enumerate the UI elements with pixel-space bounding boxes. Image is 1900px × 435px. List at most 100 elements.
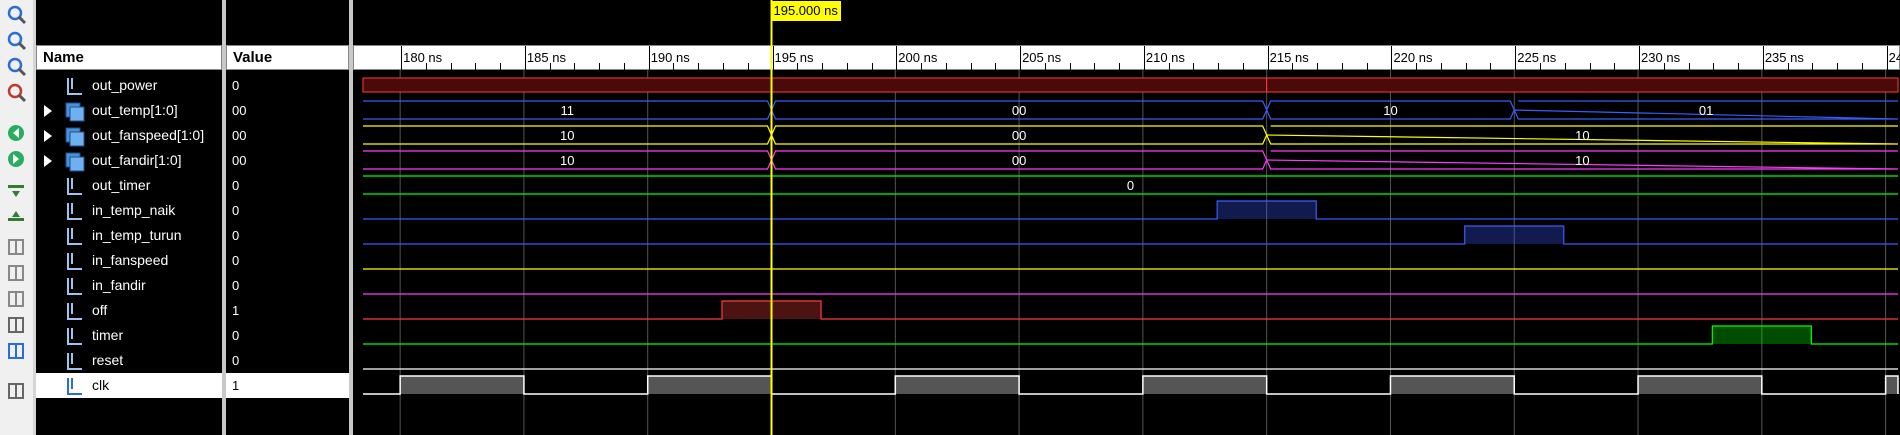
signal-value-row[interactable]: 0 (226, 248, 349, 273)
signal-value-row[interactable]: 00 (226, 98, 349, 123)
signal-value-row[interactable]: 0 (226, 273, 349, 298)
signal-value-row[interactable]: 0 (226, 198, 349, 223)
waveform-out_timer[interactable]: 0 (363, 175, 1898, 195)
zoom-full-icon[interactable] (4, 82, 29, 104)
waveform-clk[interactable] (363, 375, 1899, 395)
next-marker-icon[interactable] (4, 288, 29, 310)
waveform-out_fanspeed[interactable]: 10 00 10 (363, 125, 1899, 145)
go-to-end-icon[interactable] (4, 148, 29, 170)
signal-row[interactable]: in_temp_turun (36, 223, 222, 248)
signal-name: out_fanspeed[1:0] (92, 127, 205, 143)
bit-signal-icon (64, 75, 86, 97)
signal-name: in_temp_turun (92, 227, 182, 243)
waveform-out_fandir[interactable]: 10 00 10 (363, 150, 1899, 170)
waveform-canvas[interactable]: 11 00 10 01 10 00 10 10 00 10 0 (353, 0, 1900, 435)
signal-name: off (92, 302, 108, 318)
signal-value: 0 (232, 353, 240, 368)
bit-signal-icon (64, 300, 86, 322)
signal-row[interactable]: off (36, 298, 222, 323)
bus-value-label: 00 (1012, 128, 1026, 143)
signal-value: 0 (232, 328, 240, 343)
zoom-fit-icon[interactable] (4, 56, 29, 78)
signal-value-row[interactable]: 0 (226, 173, 349, 198)
bit-signal-icon (64, 175, 86, 197)
waveform-out_temp[interactable]: 11 00 10 01 (363, 100, 1899, 120)
signal-row[interactable]: out_temp[1:0] (36, 98, 222, 123)
bus-value-label: 10 (560, 128, 574, 143)
zoom-out-icon[interactable] (4, 30, 29, 52)
signal-value: 0 (232, 253, 240, 268)
waveform-panel[interactable]: 180 ns 185 ns 190 ns 195 ns 200 ns 205 ns 210 … (353, 0, 1900, 435)
signal-value: 00 (232, 103, 247, 118)
snap-to-transition-icon[interactable] (4, 340, 29, 362)
bit-signal-icon (64, 250, 86, 272)
signal-value: 00 (232, 153, 247, 168)
bus-value-label: 10 (1575, 128, 1589, 143)
signal-value-row[interactable]: 1 (226, 373, 349, 398)
zoom-in-icon[interactable] (4, 4, 29, 26)
value-column-header[interactable]: Value (226, 45, 349, 70)
bus-value-label: 01 (1699, 103, 1713, 118)
signal-row[interactable]: out_fandir[1:0] (36, 148, 222, 173)
signal-value: 0 (232, 203, 240, 218)
expand-arrow-icon[interactable] (44, 130, 52, 142)
pulse-fill (1712, 326, 1812, 344)
signal-row[interactable]: in_fanspeed (36, 248, 222, 273)
add-marker-icon[interactable] (4, 236, 29, 258)
signal-value-row[interactable]: 0 (226, 73, 349, 98)
expand-arrow-icon[interactable] (44, 155, 52, 167)
signal-value-row[interactable]: 1 (226, 298, 349, 323)
expand-arrow-icon[interactable] (44, 105, 52, 117)
waveform-high-segment (1266, 77, 1899, 93)
signal-row[interactable]: timer (36, 323, 222, 348)
signal-row[interactable]: in_temp_naik (36, 198, 222, 223)
signal-name: clk (92, 377, 110, 393)
signal-row[interactable]: in_fandir (36, 273, 222, 298)
signal-value-row[interactable]: 00 (226, 123, 349, 148)
signal-row[interactable]: reset (36, 348, 222, 373)
signal-value-row[interactable]: 0 (226, 348, 349, 373)
signal-value: 0 (232, 178, 240, 193)
bus-value-label: 10 (1383, 103, 1397, 118)
signal-name: in_fanspeed (92, 252, 169, 268)
signal-row[interactable]: clk (36, 373, 222, 398)
signal-row[interactable]: out_timer (36, 173, 222, 198)
signal-name: out_temp[1:0] (92, 102, 178, 118)
floating-ruler-icon[interactable] (4, 380, 29, 402)
signal-name-panel: Name out_power out_temp[1:0] out_fanspeed[… (36, 0, 222, 435)
waveform-timer[interactable] (363, 325, 1898, 345)
bit-signal-icon (64, 200, 86, 222)
bus-value-label: 10 (560, 153, 574, 168)
signal-value-row[interactable]: 0 (226, 323, 349, 348)
go-to-start-icon[interactable] (4, 122, 29, 144)
waveform-in_temp_naik[interactable] (363, 200, 1898, 220)
signal-row[interactable]: out_power (36, 73, 222, 98)
clock-high-fill (895, 376, 1020, 394)
waveform-off[interactable] (363, 300, 1898, 320)
previous-marker-icon[interactable] (4, 262, 29, 284)
bit-trace (363, 225, 1898, 245)
cursor-time-label[interactable]: 195.000 ns (770, 1, 841, 21)
waveform-in_temp_turun[interactable] (363, 225, 1898, 245)
clock-high-fill (1390, 376, 1515, 394)
clock-high-fill (647, 376, 772, 394)
signal-row[interactable]: out_fanspeed[1:0] (36, 123, 222, 148)
signal-value-panel: Value 0 00 00 00 0 0 0 0 0 1 0 0 1 (226, 0, 349, 435)
bit-signal-icon (64, 225, 86, 247)
bus-value-label: 11 (561, 103, 575, 118)
signal-name: timer (92, 327, 124, 343)
signal-value-row[interactable]: 0 (226, 223, 349, 248)
bit-signal-icon (64, 325, 86, 347)
waveform-out_power[interactable] (362, 77, 1899, 93)
next-transition-icon[interactable] (4, 206, 29, 228)
bit-signal-icon (64, 350, 86, 372)
bus-value-label: 10 (1575, 153, 1589, 168)
signal-name: out_fandir[1:0] (92, 152, 182, 168)
previous-transition-icon[interactable] (4, 180, 29, 202)
signal-name: reset (92, 352, 124, 368)
bit-signal-icon (64, 375, 86, 397)
name-column-header[interactable]: Name (36, 45, 222, 70)
clock-high-fill (1638, 376, 1762, 394)
swap-cursors-icon[interactable] (4, 314, 29, 336)
signal-value-row[interactable]: 00 (226, 148, 349, 173)
